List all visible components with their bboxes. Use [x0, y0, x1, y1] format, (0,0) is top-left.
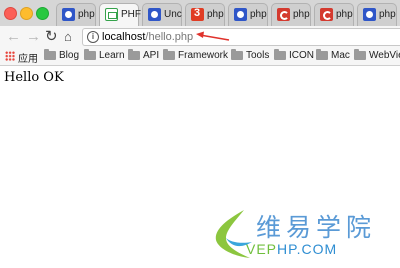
folder-icon [128, 49, 140, 60]
tab-phf[interactable]: PHF [99, 3, 141, 26]
url-host: localhost [102, 31, 146, 43]
tab-label: php [379, 9, 396, 20]
tab-php-4[interactable]: php [271, 3, 311, 26]
watermark-english-text: VEPHP.COM [246, 241, 337, 257]
tab-label: php [293, 9, 310, 20]
paw-icon [234, 8, 247, 21]
php-file-icon [105, 8, 118, 21]
folder-icon [231, 49, 243, 60]
bookmark-label: Learn [99, 50, 125, 61]
paw-icon [148, 8, 161, 21]
bookmark-folder-framework[interactable]: Framework [163, 49, 229, 63]
close-window-icon[interactable] [4, 7, 17, 20]
folder-icon [274, 49, 286, 60]
watermark-suffix: HP.COM [277, 241, 338, 257]
address-bar[interactable]: i localhost/hello.php [82, 28, 400, 46]
bookmarks-bar: 应用 Blog Learn API Framework Tools ICON M… [0, 48, 400, 66]
folder-icon [84, 49, 96, 60]
back-arrow-icon[interactable]: ← [6, 28, 21, 45]
bookmark-folder-icon[interactable]: ICON [274, 49, 314, 63]
info-icon[interactable]: i [87, 31, 99, 43]
minimize-window-icon[interactable] [20, 7, 33, 20]
bookmark-folder-webview[interactable]: WebVie [354, 49, 400, 63]
maximize-window-icon[interactable] [36, 7, 49, 20]
tab-php-6[interactable]: php [357, 3, 397, 26]
folder-icon [354, 49, 366, 60]
bookmark-label: ICON [289, 50, 314, 61]
tab-label: Unc [164, 9, 182, 20]
paw-icon [62, 8, 75, 21]
apps-grid-icon [5, 51, 15, 61]
bookmark-label: WebVie [369, 50, 400, 61]
watermark-logo: 维易学院 VEPHP.COM [210, 206, 395, 264]
reload-icon[interactable]: ↻ [45, 28, 58, 45]
tab-php-2[interactable]: php [185, 3, 225, 26]
tab-php-5[interactable]: php [314, 3, 354, 26]
c-logo-icon [320, 8, 333, 21]
bookmark-label: Blog [59, 50, 80, 61]
annotation-arrow-icon [196, 31, 230, 41]
paw-icon [363, 8, 376, 21]
tab-label: php [250, 9, 267, 20]
tab-label: php [207, 9, 224, 20]
folder-icon [316, 49, 328, 60]
url-text[interactable]: localhost/hello.php [102, 31, 193, 43]
folder-icon [44, 49, 56, 60]
bookmark-label: Framework [178, 50, 229, 61]
bookmark-folder-tools[interactable]: Tools [231, 49, 270, 63]
tab-label: php [336, 9, 353, 20]
forward-arrow-icon[interactable]: → [26, 28, 41, 45]
bookmark-label: Mac [331, 50, 350, 61]
folder-icon [163, 49, 175, 60]
bookmark-folder-learn[interactable]: Learn [84, 49, 125, 63]
bookmark-label: Tools [246, 50, 270, 61]
watermark-prefix: VEP [246, 241, 278, 257]
watermark-chinese-text: 维易学院 [256, 213, 377, 242]
page-text: Hello OK [4, 70, 64, 85]
bookmark-folder-blog[interactable]: Blog [44, 49, 80, 63]
bookmark-folder-api[interactable]: API [128, 49, 160, 63]
bookmark-apps[interactable]: 应用 [5, 50, 38, 65]
bookmark-label: 应用 [18, 54, 38, 65]
bookmark-folder-mac[interactable]: Mac [316, 49, 350, 63]
tab-label: php [78, 9, 95, 20]
tab-unc[interactable]: Unc [142, 3, 182, 26]
home-icon[interactable]: ⌂ [64, 28, 72, 45]
c-logo-icon [277, 8, 290, 21]
tab-label: PHF [121, 9, 141, 20]
bookmark-label: API [143, 50, 160, 61]
number-three-icon [191, 7, 204, 21]
tab-strip: php PHF Unc php php php php php [0, 0, 400, 26]
tab-php-1[interactable]: php [56, 3, 96, 26]
url-path: /hello.php [145, 31, 194, 43]
tab-php-3[interactable]: php [228, 3, 268, 26]
